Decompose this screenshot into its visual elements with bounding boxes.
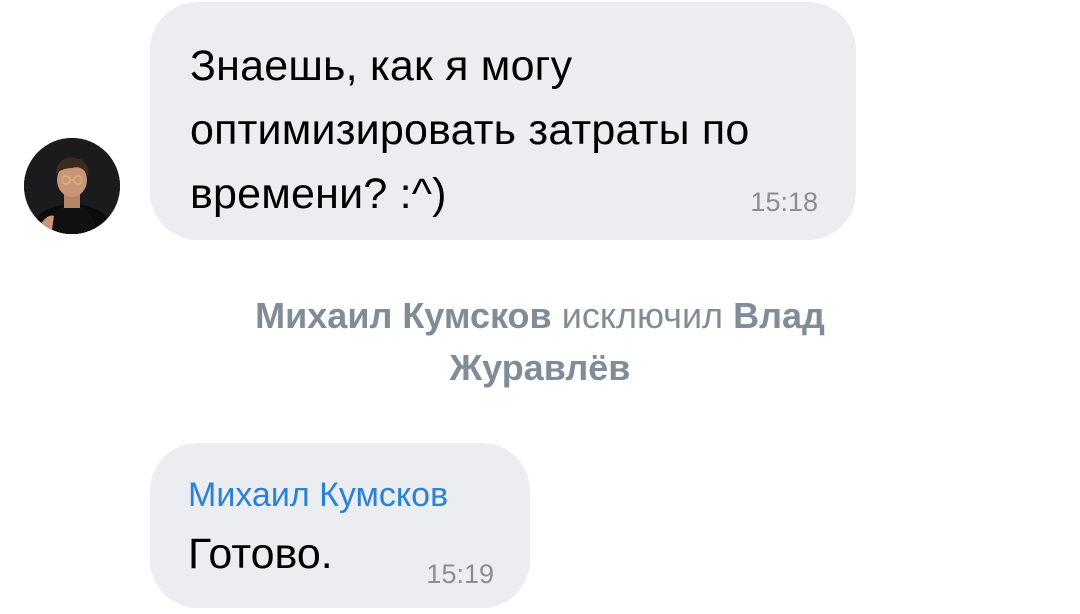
avatar[interactable]: [24, 138, 120, 234]
incoming-message-bubble[interactable]: Михаил Кумсков Готово. 15:19: [150, 443, 530, 608]
service-action: исключил: [561, 295, 724, 336]
service-message: Михаил Кумсков исключил Влад Журавлёв: [200, 290, 880, 394]
incoming-message-bubble[interactable]: Знаешь, как я могу оптимизировать затрат…: [150, 2, 856, 240]
user-photo-icon: [24, 138, 120, 234]
message-text: Знаешь, как я могу оптимизировать затрат…: [190, 42, 750, 218]
chat-history: Знаешь, как я могу оптимизировать затрат…: [0, 0, 1080, 614]
service-actor-name[interactable]: Михаил Кумсков: [255, 295, 552, 336]
message-time: 15:18: [750, 187, 818, 217]
message-time: 15:19: [426, 559, 494, 589]
sender-name[interactable]: Михаил Кумсков: [188, 473, 490, 517]
